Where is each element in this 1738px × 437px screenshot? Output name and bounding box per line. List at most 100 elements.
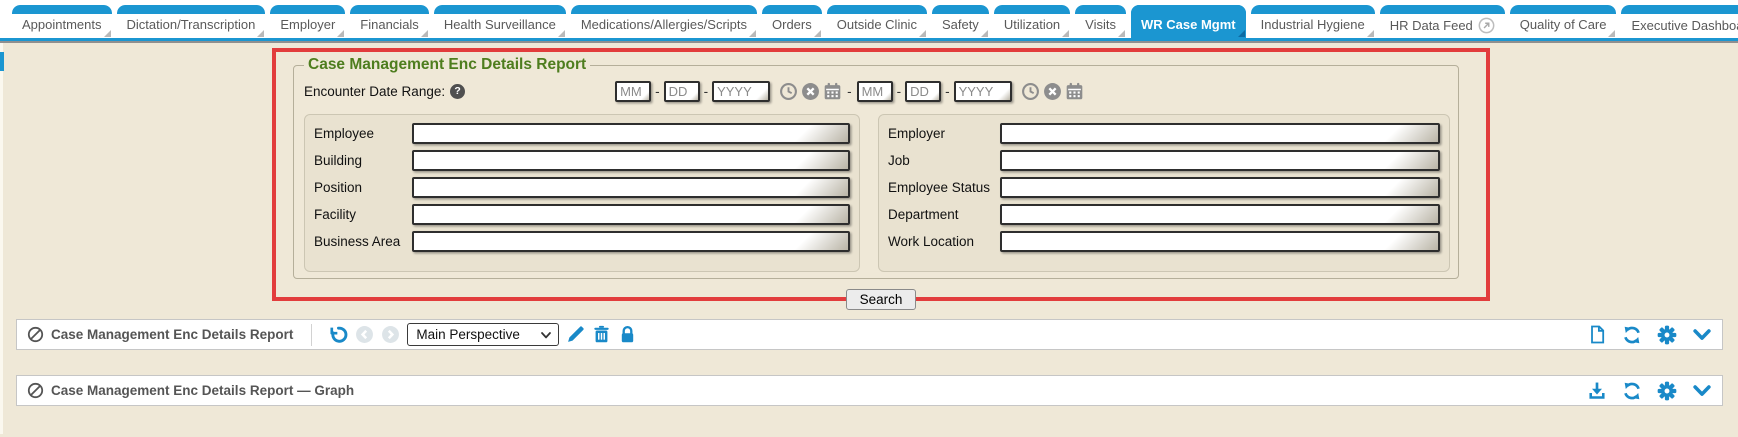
perspective-select[interactable]: Main Perspective <box>407 323 559 346</box>
graph-panel-title: Case Management Enc Details Report — Gra… <box>51 383 354 398</box>
position-input[interactable] <box>412 177 850 198</box>
tab-label: HR Data Feed <box>1390 18 1473 33</box>
search-button[interactable]: Search <box>846 289 917 310</box>
corner-fold-icon <box>421 30 428 37</box>
lock-icon[interactable] <box>618 325 637 344</box>
employee-label: Employee <box>314 126 412 142</box>
tab-industrial-hygiene[interactable]: Industrial Hygiene <box>1251 5 1375 38</box>
corner-fold-icon <box>1367 30 1374 37</box>
corner-fold-icon <box>1238 30 1245 37</box>
facility-input[interactable] <box>412 204 850 225</box>
end-year-input[interactable] <box>954 81 1012 102</box>
business-area-label: Business Area <box>314 234 412 250</box>
tab-employer[interactable]: Employer <box>270 5 345 38</box>
report-search-form: Case Management Enc Details Report Encou… <box>293 56 1459 279</box>
business-area-input[interactable] <box>412 231 850 252</box>
tab-dictation-transcription[interactable]: Dictation/Transcription <box>117 5 266 38</box>
end-month-input[interactable] <box>857 81 893 102</box>
refresh-icon[interactable] <box>1622 325 1642 345</box>
calendar-icon[interactable] <box>1065 82 1084 101</box>
tab-label: Health Surveillance <box>444 17 556 32</box>
start-year-input[interactable] <box>712 81 770 102</box>
tab-label: Medications/Allergies/Scripts <box>581 17 747 32</box>
corner-fold-icon <box>981 30 988 37</box>
range-separator: - <box>842 84 857 99</box>
scroll-indicator <box>0 52 4 71</box>
corner-fold-icon <box>558 30 565 37</box>
end-date-icons <box>1021 82 1084 101</box>
tab-utilization[interactable]: Utilization <box>994 5 1070 38</box>
report-panel-header: Case Management Enc Details Report Main … <box>16 319 1723 350</box>
graph-panel-actions <box>1587 381 1712 401</box>
tab-hr-data-feed[interactable]: HR Data Feed <box>1380 5 1505 40</box>
download-icon[interactable] <box>1587 381 1607 401</box>
next-icon[interactable] <box>381 325 400 344</box>
employee-row: Employee <box>314 123 850 144</box>
department-input[interactable] <box>1000 204 1440 225</box>
tab-label: Safety <box>942 17 979 32</box>
work-location-input[interactable] <box>1000 231 1440 252</box>
collapse-chevron-icon[interactable] <box>1692 325 1712 345</box>
help-icon[interactable]: ? <box>450 84 465 99</box>
start-month-input[interactable] <box>615 81 651 102</box>
tab-quality-of-care[interactable]: Quality of Care <box>1510 5 1617 38</box>
right-filter-panel: Employer Job Employee Status Department … <box>878 114 1450 272</box>
refresh-icon[interactable] <box>1622 381 1642 401</box>
undo-icon[interactable] <box>328 325 348 345</box>
corner-fold-icon <box>1062 30 1069 37</box>
building-input[interactable] <box>412 150 850 171</box>
perspective-selected-value: Main Perspective <box>416 327 520 342</box>
tab-visits[interactable]: Visits <box>1075 5 1126 38</box>
tab-medications-allergies-scripts[interactable]: Medications/Allergies/Scripts <box>571 5 757 38</box>
tab-label: Visits <box>1085 17 1116 32</box>
tab-label: Executive Dashboard <box>1631 18 1738 33</box>
end-day-input[interactable] <box>905 81 941 102</box>
employer-label: Employer <box>888 126 1000 142</box>
tab-safety[interactable]: Safety <box>932 5 989 38</box>
tab-label: Appointments <box>22 17 102 32</box>
employee-input[interactable] <box>412 123 850 144</box>
date-range-end: - - <box>857 81 1084 102</box>
clear-date-icon[interactable] <box>1043 82 1062 101</box>
tab-appointments[interactable]: Appointments <box>12 5 112 38</box>
clock-icon[interactable] <box>779 82 798 101</box>
tab-label: WR Case Mgmt <box>1141 17 1236 32</box>
business-area-row: Business Area <box>314 231 850 252</box>
document-icon[interactable] <box>1588 325 1607 344</box>
corner-fold-icon <box>257 30 264 37</box>
edit-pencil-icon[interactable] <box>566 325 585 344</box>
tab-label: Employer <box>280 17 335 32</box>
tab-label: Utilization <box>1004 17 1060 32</box>
left-filter-panel: Employee Building Position Facility Busi… <box>304 114 860 272</box>
clock-icon[interactable] <box>1021 82 1040 101</box>
date-separator: - <box>944 84 951 99</box>
clear-date-icon[interactable] <box>801 82 820 101</box>
position-label: Position <box>314 180 412 196</box>
report-panel-actions <box>1588 325 1712 345</box>
previous-icon[interactable] <box>355 325 374 344</box>
corner-fold-icon <box>337 30 344 37</box>
tab-outside-clinic[interactable]: Outside Clinic <box>827 5 927 38</box>
corner-fold-icon <box>749 30 756 37</box>
gear-icon[interactable] <box>1657 325 1677 345</box>
tab-wr-case-mgmt[interactable]: WR Case Mgmt <box>1131 5 1246 38</box>
graph-panel-header: Case Management Enc Details Report — Gra… <box>16 375 1723 406</box>
slash-circle-icon <box>27 326 44 343</box>
employer-input[interactable] <box>1000 123 1440 144</box>
work-location-row: Work Location <box>888 231 1440 252</box>
tab-orders[interactable]: Orders <box>762 5 822 38</box>
date-separator: - <box>703 84 710 99</box>
tab-executive-dashboard[interactable]: Executive Dashboard <box>1621 5 1738 40</box>
tab-health-surveillance[interactable]: Health Surveillance <box>434 5 566 38</box>
collapse-chevron-icon[interactable] <box>1692 381 1712 401</box>
employee-status-input[interactable] <box>1000 177 1440 198</box>
tab-label: Orders <box>772 17 812 32</box>
calendar-icon[interactable] <box>823 82 842 101</box>
corner-fold-icon <box>1608 30 1615 37</box>
gear-icon[interactable] <box>1657 381 1677 401</box>
start-day-input[interactable] <box>664 81 700 102</box>
job-input[interactable] <box>1000 150 1440 171</box>
trash-icon[interactable] <box>592 325 611 344</box>
tab-financials[interactable]: Financials <box>350 5 429 38</box>
department-label: Department <box>888 207 1000 223</box>
